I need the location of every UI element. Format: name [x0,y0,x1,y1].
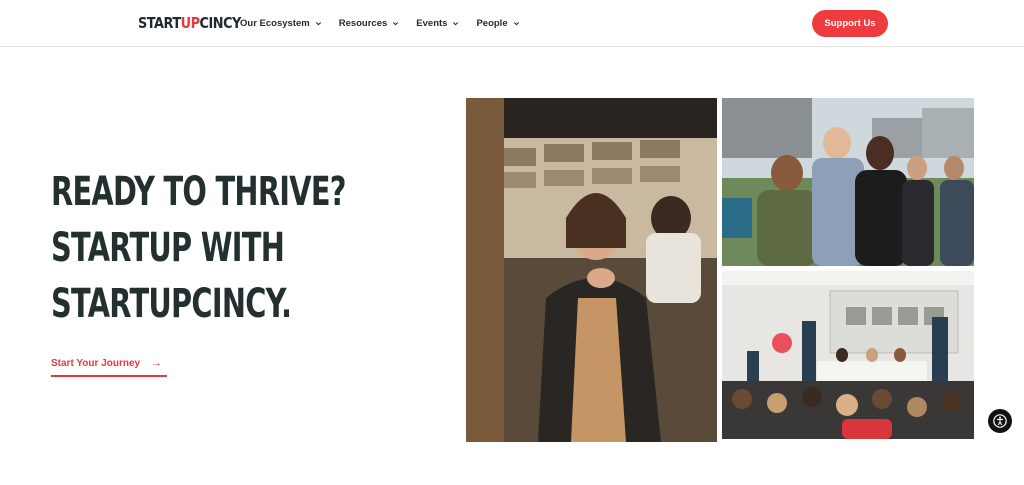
nav-label: People [476,17,508,29]
nav-our-ecosystem[interactable]: Our Ecosystem [240,18,322,29]
nav-people[interactable]: People [476,18,519,29]
photo-woman-at-bar [466,98,717,442]
start-your-journey-link[interactable]: Start Your Journey → [51,357,162,369]
hero-headline: READY TO THRIVE? STARTUP WITH STARTUPCIN… [51,164,347,332]
nav-resources[interactable]: Resources [339,18,400,29]
site-header: START UP CINCY Our Ecosystem Resources Eve… [0,0,1024,47]
nav-label: Our Ecosystem [240,17,310,29]
photo1-illustration [466,98,717,442]
nav-label: Events [416,17,448,29]
headline-line-2: STARTUP WITH [51,225,285,271]
arrow-right-icon: → [151,357,163,369]
accessibility-button[interactable] [988,409,1012,433]
cta-underline [51,375,167,377]
nav-label: Resources [338,17,388,29]
photo3-illustration [722,271,974,439]
photo-group-outdoors [722,98,974,266]
support-us-button[interactable]: Support Us [812,10,888,37]
logo-start-text: START [138,14,181,32]
headline-line-1: READY TO THRIVE? [51,169,347,215]
nav-events[interactable]: Events [416,18,459,29]
headline-line-3: STARTUPCINCY. [51,281,292,327]
startupcincy-logo[interactable]: START UP CINCY [138,13,241,33]
accessibility-icon [993,414,1007,428]
logo-up-text: UP [180,14,200,32]
photo2-illustration [722,98,974,266]
chevron-down-icon [513,21,519,25]
chevron-down-icon [315,21,321,25]
chevron-down-icon [393,21,399,25]
chevron-down-icon [453,21,459,25]
logo-cincy-text: CINCY [199,14,242,32]
photo-panel-discussion [722,271,974,439]
cta-label: Start Your Journey [51,357,141,369]
main-nav: Our Ecosystem Resources Events People [240,0,537,46]
